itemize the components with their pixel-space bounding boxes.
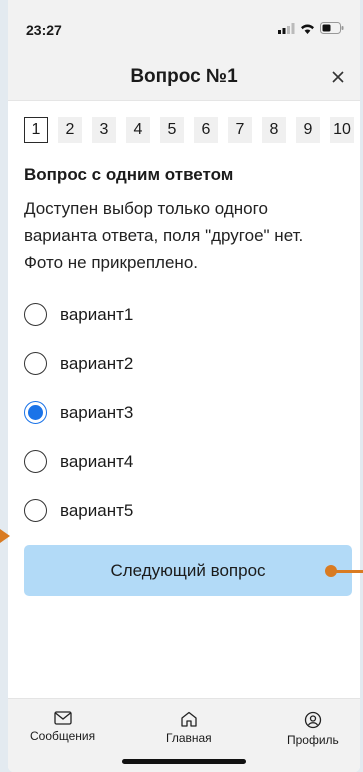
tab-question-8[interactable]: 8	[262, 117, 286, 143]
option-label: вариант4	[60, 451, 134, 471]
wifi-icon	[301, 24, 314, 34]
tab-question-1[interactable]: 1	[24, 117, 48, 143]
option-label: вариант5	[60, 500, 134, 520]
tab-question-7[interactable]: 7	[228, 117, 252, 143]
tabbar-home[interactable]: Главная	[166, 711, 212, 745]
phone-screen: 23:27 Вопрос №1 1 2 3 4 5 6 7 8 9 10 Воп…	[8, 0, 360, 772]
radio-button[interactable]	[24, 450, 47, 473]
option-4[interactable]: вариант4	[24, 437, 360, 486]
tabbar-profile[interactable]: Профиль	[287, 711, 339, 747]
tab-question-3[interactable]: 3	[92, 117, 116, 143]
annotation-dot-icon	[325, 565, 337, 577]
option-5[interactable]: вариант5	[24, 486, 360, 535]
header: Вопрос №1	[8, 54, 360, 101]
status-time: 23:27	[26, 22, 62, 38]
close-icon[interactable]	[330, 69, 346, 85]
tabbar-home-label: Главная	[166, 731, 212, 745]
status-icons	[278, 22, 344, 34]
question-title: Вопрос с одним ответом	[24, 165, 234, 184]
question-description: Доступен выбор только одного варианта от…	[24, 199, 304, 272]
signal-icon	[278, 22, 295, 34]
tab-question-9[interactable]: 9	[296, 117, 320, 143]
option-label: вариант2	[60, 353, 134, 373]
home-indicator	[122, 759, 246, 764]
battery-icon	[320, 22, 344, 34]
option-2[interactable]: вариант2	[24, 339, 360, 388]
answer-options: вариант1 вариант2 вариант3 вариант4 вари…	[24, 290, 360, 535]
annotation-line	[335, 570, 363, 573]
tab-question-5[interactable]: 5	[160, 117, 184, 143]
option-1[interactable]: вариант1	[24, 290, 360, 339]
home-icon	[181, 711, 197, 727]
tabbar-profile-label: Профиль	[287, 733, 339, 747]
status-bar: 23:27	[8, 0, 360, 54]
page-title: Вопрос №1	[130, 66, 238, 87]
tab-question-10[interactable]: 10	[330, 117, 354, 143]
option-label: вариант1	[60, 304, 134, 324]
option-3[interactable]: вариант3	[24, 388, 360, 437]
tabbar-messages-label: Сообщения	[30, 729, 96, 743]
question-tabs: 1 2 3 4 5 6 7 8 9 10	[8, 117, 360, 143]
option-label: вариант3	[60, 402, 134, 422]
tab-question-4[interactable]: 4	[126, 117, 150, 143]
next-question-button[interactable]: Следующий вопрос	[24, 545, 352, 596]
radio-button[interactable]	[24, 303, 47, 326]
tab-question-6[interactable]: 6	[194, 117, 218, 143]
annotation-arrow-icon	[0, 529, 10, 543]
envelope-icon	[53, 711, 72, 725]
tabbar-messages[interactable]: Сообщения	[30, 711, 95, 743]
radio-button[interactable]	[24, 352, 47, 375]
radio-button[interactable]	[24, 499, 47, 522]
tab-question-2[interactable]: 2	[58, 117, 82, 143]
radio-button[interactable]	[24, 401, 47, 424]
profile-icon	[304, 711, 322, 729]
